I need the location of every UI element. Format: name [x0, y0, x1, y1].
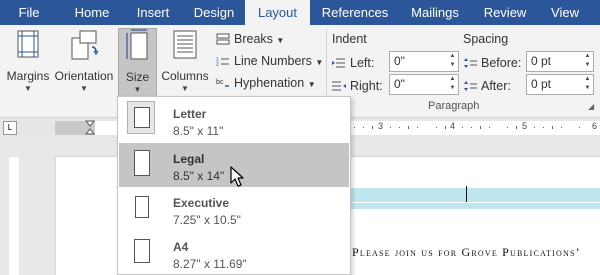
- size-option-dims: 8.5" x 14": [173, 169, 225, 183]
- page-legal-icon: [134, 150, 150, 176]
- indent-right-icon: [332, 81, 346, 91]
- size-button[interactable]: Size ▼: [118, 28, 157, 99]
- breaks-icon: [216, 33, 230, 45]
- margins-button[interactable]: Margins ▼: [4, 28, 52, 96]
- indent-right-input[interactable]: 0" ▲ ▼: [389, 74, 459, 95]
- line-numbers-icon: 1 2: [216, 57, 229, 67]
- indent-left-icon: [332, 58, 345, 68]
- spacing-after-value: 0 pt: [531, 77, 552, 91]
- breaks-button[interactable]: Breaks ▼: [216, 29, 284, 49]
- orientation-icon: [71, 30, 99, 60]
- ribbon-tab-bar: File Home Insert Design Layout Reference…: [0, 0, 600, 25]
- indent-left-input[interactable]: 0" ▲ ▼: [389, 51, 459, 72]
- size-icon: [125, 29, 147, 60]
- breaks-label: Breaks: [234, 32, 273, 46]
- spinner-arrows-icon[interactable]: ▲ ▼: [582, 75, 593, 94]
- ruler-ticks: [354, 126, 580, 129]
- margins-label: Margins: [6, 69, 50, 83]
- indent-right-text: Right:: [350, 79, 383, 93]
- spacing-after-icon: [464, 81, 477, 91]
- size-option-dims: 7.25" x 10.5": [173, 213, 241, 227]
- margins-icon: [17, 30, 39, 58]
- columns-button[interactable]: Columns ▼: [159, 28, 211, 96]
- chevron-down-icon: ▼: [276, 36, 285, 45]
- chevron-down-icon: ▼: [80, 84, 88, 93]
- svg-text:2: 2: [216, 62, 219, 67]
- size-option-name: Executive: [173, 196, 230, 210]
- indent-left-value: 0": [394, 54, 405, 68]
- shaded-paragraph: [350, 188, 600, 202]
- indent-marker-icon[interactable]: [84, 120, 96, 136]
- indent-left-label: Left:: [332, 53, 374, 73]
- spacing-before-icon: [464, 58, 477, 68]
- spinner-arrows-icon[interactable]: ▲ ▼: [447, 75, 458, 94]
- chevron-down-icon: ▼: [181, 84, 189, 93]
- tab-layout[interactable]: Layout: [245, 0, 310, 25]
- spacing-before-text: Before:: [481, 56, 522, 70]
- indent-right-label: Right:: [332, 76, 383, 96]
- size-label: Size: [125, 70, 150, 84]
- hyphenation-icon: bc: [216, 79, 229, 87]
- size-option-dims: 8.27" x 11.69": [173, 257, 247, 271]
- size-option-name: Letter: [173, 107, 207, 121]
- hyphenation-button[interactable]: bc Hyphenation ▼: [216, 73, 316, 93]
- dialog-launcher-icon[interactable]: ◢: [588, 102, 594, 111]
- indent-title: Indent: [332, 32, 367, 46]
- spacing-before-label: Before:: [463, 53, 521, 73]
- chevron-down-icon: ▼: [315, 58, 324, 67]
- orientation-label: Orientation: [54, 69, 114, 83]
- page-executive-icon: [135, 196, 149, 218]
- size-option-executive[interactable]: Executive 7.25" x 10.5": [119, 187, 349, 231]
- tab-design[interactable]: Design: [184, 0, 244, 25]
- line-numbers-label: Line Numbers: [234, 54, 312, 68]
- indent-left-text: Left:: [350, 56, 375, 70]
- size-option-name: Legal: [173, 152, 205, 166]
- spacing-before-value: 0 pt: [531, 54, 552, 68]
- tab-home[interactable]: Home: [63, 0, 121, 25]
- page-letter-icon: [134, 107, 150, 128]
- document-text: Please join us for Grove Publications’: [352, 245, 581, 259]
- spacing-after-label: After:: [463, 76, 511, 96]
- spacing-after-text: After:: [481, 79, 511, 93]
- text-cursor: [466, 186, 467, 202]
- tab-mailings[interactable]: Mailings: [400, 0, 470, 25]
- shaded-paragraph-lower: [350, 203, 600, 209]
- paragraph-group-label: Paragraph: [428, 100, 480, 112]
- columns-icon: [173, 30, 197, 59]
- hyphenation-label: Hyphenation: [234, 76, 305, 90]
- page-a4-icon: [134, 239, 150, 263]
- size-option-dims: 8.5" x 11": [173, 124, 224, 138]
- spacing-before-input[interactable]: 0 pt ▲ ▼: [526, 51, 594, 72]
- tab-review[interactable]: Review: [474, 0, 536, 25]
- vertical-ruler: [9, 157, 19, 275]
- size-option-name: A4: [173, 240, 189, 254]
- size-option-a4[interactable]: A4 8.27" x 11.69": [119, 231, 349, 275]
- line-numbers-button[interactable]: 1 2 Line Numbers ▼: [216, 51, 323, 71]
- orientation-button[interactable]: Orientation ▼: [52, 28, 116, 96]
- indent-right-value: 0": [394, 77, 405, 91]
- columns-label: Columns: [161, 69, 209, 83]
- size-option-letter[interactable]: Letter 8.5" x 11": [119, 98, 349, 142]
- tab-references[interactable]: References: [314, 0, 396, 25]
- mouse-pointer-icon: [230, 166, 244, 187]
- chevron-down-icon: ▼: [307, 80, 316, 89]
- chevron-down-icon: ▼: [24, 84, 32, 93]
- tab-file[interactable]: File: [0, 0, 58, 25]
- tab-selector-icon[interactable]: L: [3, 121, 17, 135]
- chevron-down-icon: ▼: [133, 85, 142, 94]
- svg-text:bc: bc: [216, 79, 224, 86]
- spinner-arrows-icon[interactable]: ▲ ▼: [582, 52, 593, 71]
- tab-insert[interactable]: Insert: [124, 0, 182, 25]
- spinner-arrows-icon[interactable]: ▲ ▼: [447, 52, 458, 71]
- spacing-title: Spacing: [463, 32, 509, 46]
- spacing-after-input[interactable]: 0 pt ▲ ▼: [526, 74, 594, 95]
- tab-view[interactable]: View: [540, 0, 590, 25]
